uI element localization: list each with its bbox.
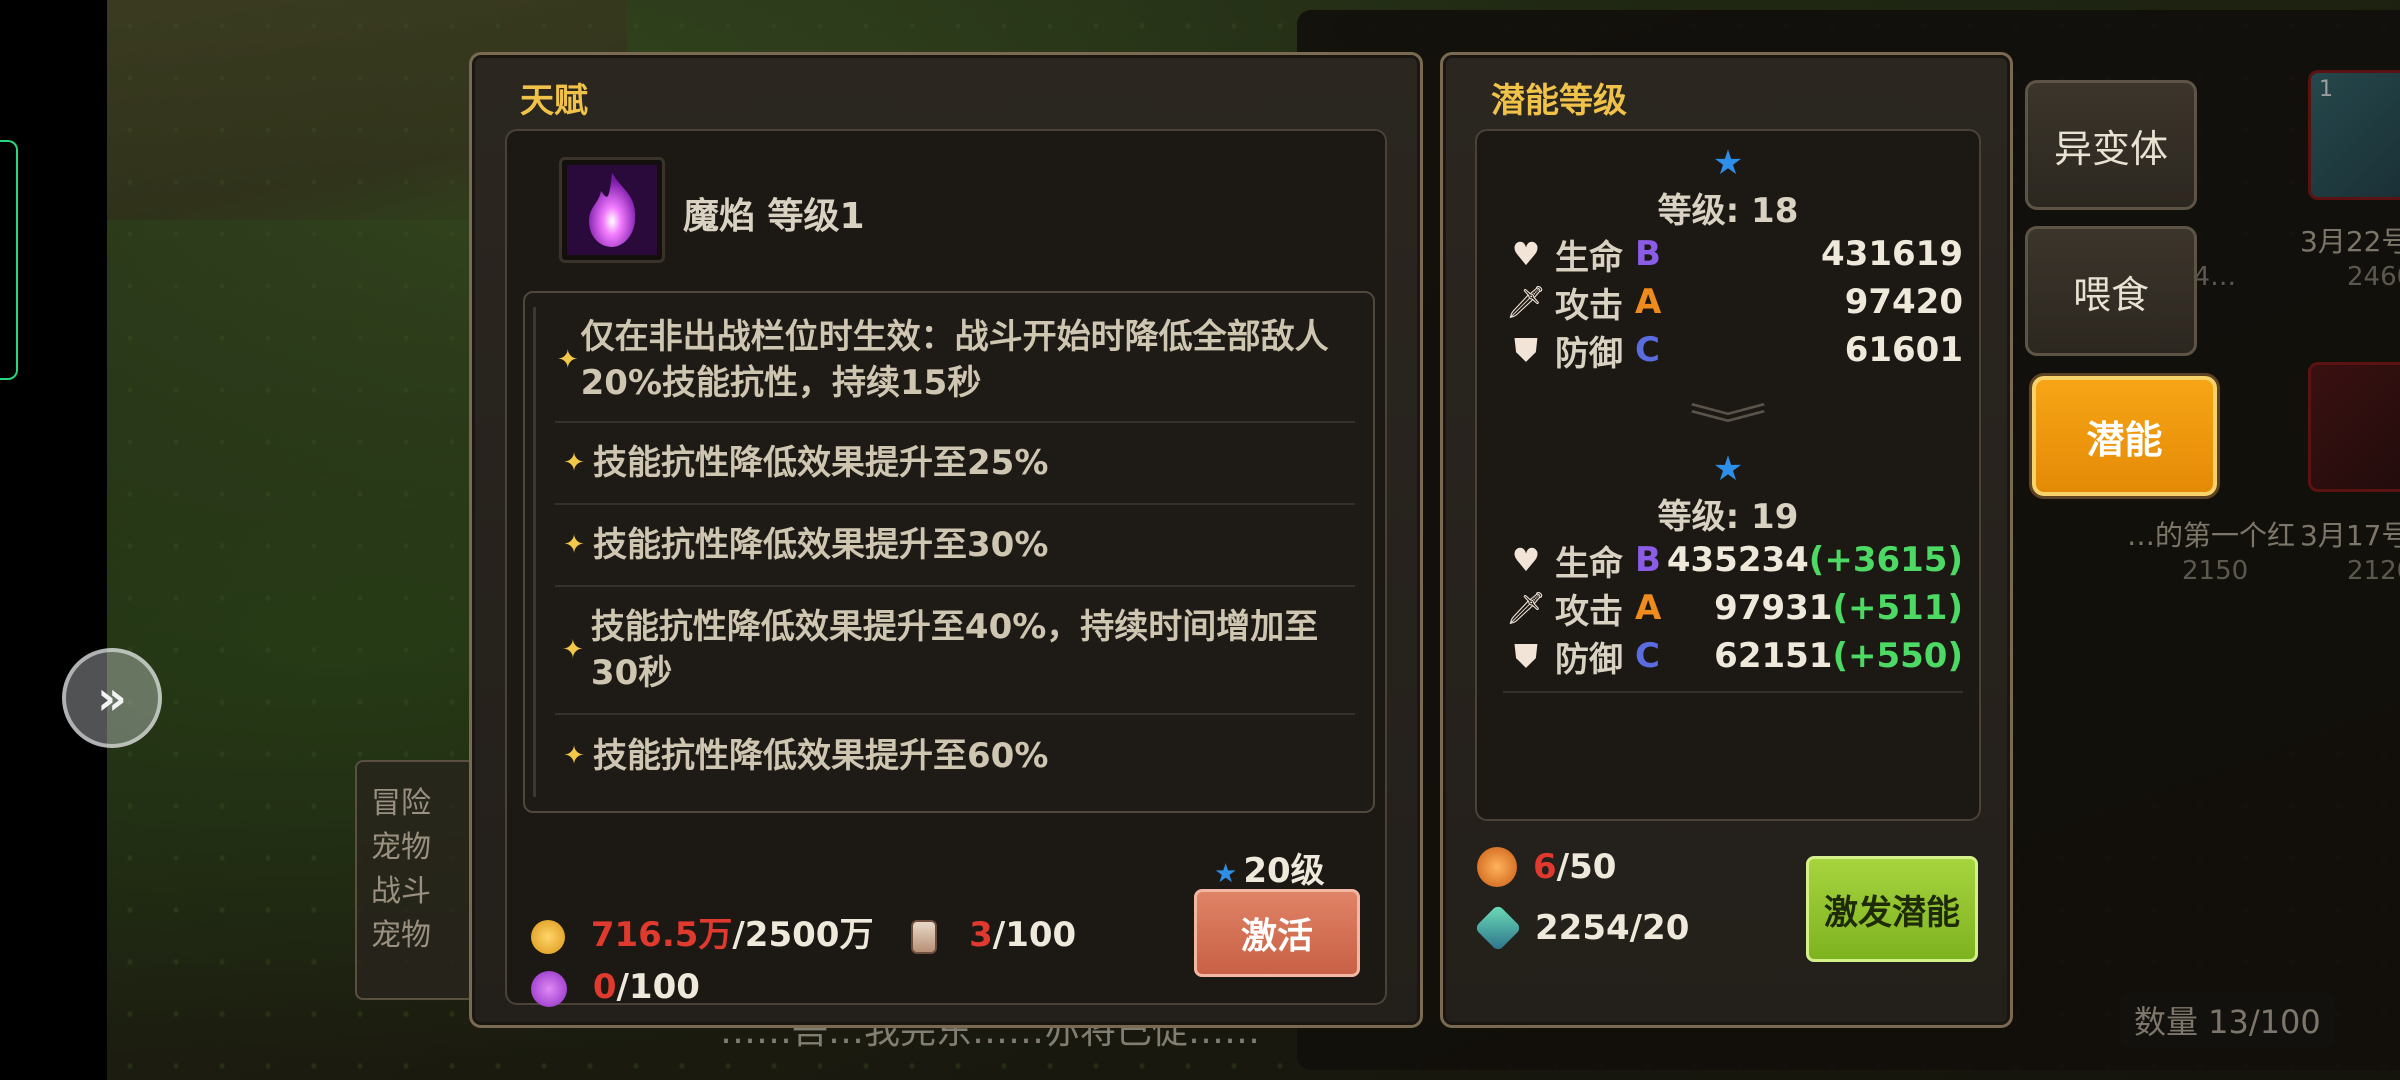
gem-cost: 0/100 — [531, 967, 700, 1007]
chat-line: 宠物 — [371, 830, 431, 865]
stimulate-potential-button[interactable]: 激发潜能 — [1806, 856, 1978, 962]
stat-value: 431619 — [1821, 234, 1963, 274]
crystal-resource: 2254/20 — [1474, 904, 1690, 952]
next-level: 等级: 19 — [1657, 497, 1799, 537]
stat-row-hp: ♥ 生命 B 431619 — [1503, 231, 1963, 278]
chat-line: 战斗 — [371, 874, 431, 909]
star-icon: ✦ — [562, 635, 584, 665]
star-icon: ✦ — [563, 448, 585, 478]
shield-icon: ⛊ — [1513, 330, 1538, 369]
stat-value: 97420 — [1844, 282, 1963, 322]
stat-grade: A — [1635, 588, 1662, 628]
pet-count: 数量 13/100 — [2120, 993, 2335, 1047]
effect-item: ✦ 技能抗性降低效果提升至25% — [555, 423, 1355, 505]
double-chevron-down-icon: ︾ — [1688, 400, 1768, 451]
stat-gain: (+511) — [1832, 588, 1963, 628]
star-icon: ✦ — [563, 530, 585, 560]
potential-content: ★ 等级: 18 ♥ 生命 B 431619 🗡 攻击 A 97420 ⛊ 防御… — [1475, 129, 1981, 821]
star-icon: ★ — [1712, 143, 1744, 183]
potion-need: /100 — [992, 915, 1077, 955]
stat-grade: A — [1635, 282, 1662, 322]
star-icon: ★ — [1712, 449, 1744, 489]
talent-panel: 天赋 魔焰 等级1 ✦ 仅在非出战栏位时生效：战斗开始时降低全部敌人20%技能抗… — [469, 52, 1423, 1028]
feed-button[interactable]: 喂食 — [2025, 226, 2197, 356]
effect-item: ✦ 技能抗性降低效果提升至40%，持续时间增加至30秒 — [555, 587, 1355, 715]
star-icon: ✦ — [563, 741, 585, 771]
divider — [1503, 691, 1963, 693]
effect-item: ✦ 仅在非出战栏位时生效：战斗开始时降低全部敌人20%技能抗性，持续15秒 — [555, 299, 1355, 423]
gem-have: 0 — [592, 967, 617, 1007]
potion-have: 3 — [969, 915, 993, 955]
stat-name: 防御 — [1555, 639, 1623, 680]
stat-name: 防御 — [1555, 333, 1623, 374]
stat-row-attack: 🗡 攻击 A 97420 — [1503, 279, 1963, 326]
sword-icon: 🗡 — [1505, 589, 1547, 627]
potion-icon — [911, 919, 938, 954]
effect-text: 仅在非出战栏位时生效：战斗开始时降低全部敌人20%技能抗性，持续15秒 — [580, 317, 1329, 403]
stat-gain: (+550) — [1832, 636, 1963, 676]
stat-value: 62151 — [1714, 636, 1833, 676]
stat-value: 61601 — [1844, 330, 1963, 370]
effect-text: 技能抗性降低效果提升至30% — [593, 525, 1049, 565]
edge-indicator — [0, 140, 18, 380]
scene-arrow-button[interactable]: » — [62, 648, 162, 748]
chat-line: 宠物 — [371, 918, 431, 953]
scene-chat-box: 冒险 宠物 战斗 宠物 — [355, 760, 475, 1000]
stat-row-defense: ⛊ 防御 C 61601 — [1503, 327, 1963, 374]
gold-have: 716.5万 — [590, 915, 733, 955]
scrollbar[interactable] — [533, 307, 536, 797]
stat-row-attack: 🗡 攻击 A 97931 (+511) — [1503, 585, 1963, 632]
talent-title: 天赋 — [520, 81, 588, 121]
stat-name: 生命 — [1555, 543, 1623, 584]
gold-cost: 716.5万/2500万 3/100 — [531, 907, 1076, 956]
gold-need: /2500万 — [732, 915, 874, 955]
stat-name: 攻击 — [1555, 591, 1623, 632]
stat-value: 435234 — [1666, 540, 1809, 580]
feather-icon — [1477, 847, 1517, 887]
star-icon: ✦ — [556, 345, 579, 375]
chat-line: 冒险 — [371, 786, 431, 821]
effect-text: 技能抗性降低效果提升至40%，持续时间增加至30秒 — [590, 607, 1319, 693]
mutant-button[interactable]: 异变体 — [2025, 80, 2197, 210]
stat-grade: C — [1635, 330, 1660, 370]
stat-grade: B — [1635, 234, 1661, 274]
effect-text: 技能抗性降低效果提升至25% — [593, 443, 1049, 483]
potential-title: 潜能等级 — [1491, 81, 1627, 121]
current-level: 等级: 18 — [1657, 191, 1799, 231]
stat-grade: B — [1635, 540, 1661, 580]
feather-need: /50 — [1556, 847, 1617, 887]
heart-icon: ♥ — [1511, 541, 1541, 579]
effect-item: ✦ 技能抗性降低效果提升至60% — [555, 715, 1355, 797]
crystal-value: 2254/20 — [1535, 908, 1690, 948]
fire-skill-icon — [559, 157, 665, 263]
feather-resource: 6/50 — [1477, 847, 1616, 887]
coin-icon — [531, 919, 565, 954]
stat-row-defense: ⛊ 防御 C 62151 (+550) — [1503, 633, 1963, 680]
skill-name: 魔焰 等级1 — [683, 196, 865, 237]
star-icon: ★ — [1214, 859, 1238, 889]
sword-icon: 🗡 — [1505, 283, 1547, 321]
required-level: ★ 20级 — [1214, 843, 1325, 892]
required-level-text: 20级 — [1243, 851, 1325, 891]
stat-value: 97931 — [1714, 588, 1833, 628]
gem-need: /100 — [616, 967, 700, 1007]
effect-item: ✦ 技能抗性降低效果提升至30% — [555, 505, 1355, 587]
crystal-icon — [1474, 904, 1522, 952]
stat-name: 生命 — [1555, 237, 1623, 278]
gem-icon — [531, 970, 567, 1007]
activate-button[interactable]: 激活 — [1194, 889, 1360, 977]
stat-grade: C — [1635, 636, 1660, 676]
effect-text: 技能抗性降低效果提升至60% — [593, 736, 1049, 776]
stat-name: 攻击 — [1555, 285, 1623, 326]
feather-have: 6 — [1533, 847, 1557, 887]
shield-icon: ⛊ — [1513, 636, 1538, 675]
stat-row-hp: ♥ 生命 B 435234 (+3615) — [1503, 537, 1963, 584]
effect-list[interactable]: ✦ 仅在非出战栏位时生效：战斗开始时降低全部敌人20%技能抗性，持续15秒 ✦ … — [523, 291, 1375, 813]
heart-icon: ♥ — [1511, 235, 1541, 273]
stat-gain: (+3615) — [1808, 540, 1963, 580]
